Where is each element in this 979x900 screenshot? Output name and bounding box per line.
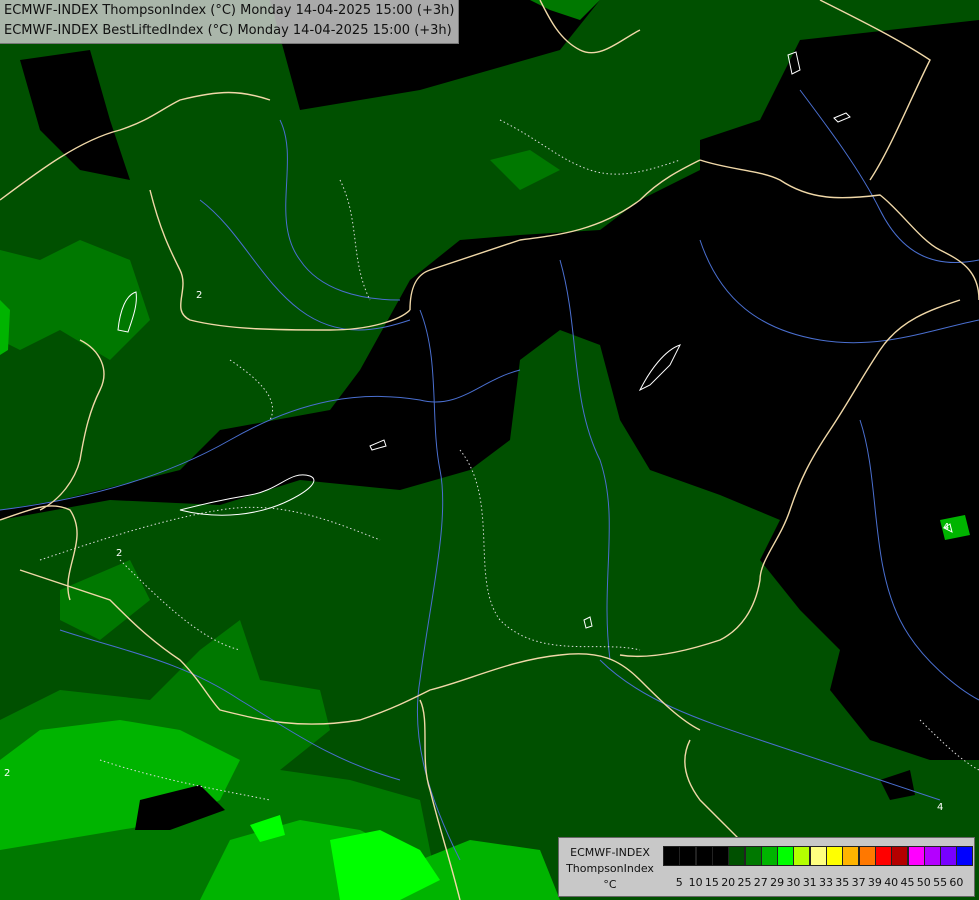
legend-swatch [891,846,909,866]
legend-swatch [695,846,713,866]
legend-swatch [826,846,843,866]
legend-swatch [728,846,746,866]
legend-parameter: ThompsonIndex [566,862,654,875]
legend-swatch [760,846,778,866]
legend-swatch [874,846,892,866]
legend-tick-label: 60 [949,876,964,889]
legend-unit: °C [603,878,617,891]
map-title-box: ECMWF-INDEX ThompsonIndex (°C) Monday 14… [0,0,460,44]
legend-swatch [923,846,941,866]
legend-swatch [663,846,680,866]
legend-swatch [809,846,827,866]
legend-swatch [793,846,811,866]
legend-swatch [777,846,795,866]
map-title-thompson: ECMWF-INDEX ThompsonIndex (°C) Monday 14… [4,3,455,18]
legend-swatch [907,846,925,866]
legend-swatch [679,846,697,866]
contour-label: 2 [116,548,122,559]
contour-label: 2 [196,290,202,301]
color-legend: ECMWF-INDEX ThompsonIndex °C 5 10 15 20 25 27… [558,837,975,897]
contour-label: 2 [4,768,10,779]
legend-swatch [858,846,876,866]
legend-swatch [744,846,762,866]
legend-swatch [711,846,729,866]
legend-swatch [956,846,974,866]
weather-map: 2 2 2 4 4 [0,0,979,900]
contour-label: 4 [943,522,949,533]
legend-model: ECMWF-INDEX [570,846,650,859]
map-title-bestlifted: ECMWF-INDEX BestLiftedIndex (°C) Monday … [4,23,452,38]
legend-swatch [940,846,958,866]
legend-swatch [842,846,860,866]
contour-label: 4 [937,802,943,813]
